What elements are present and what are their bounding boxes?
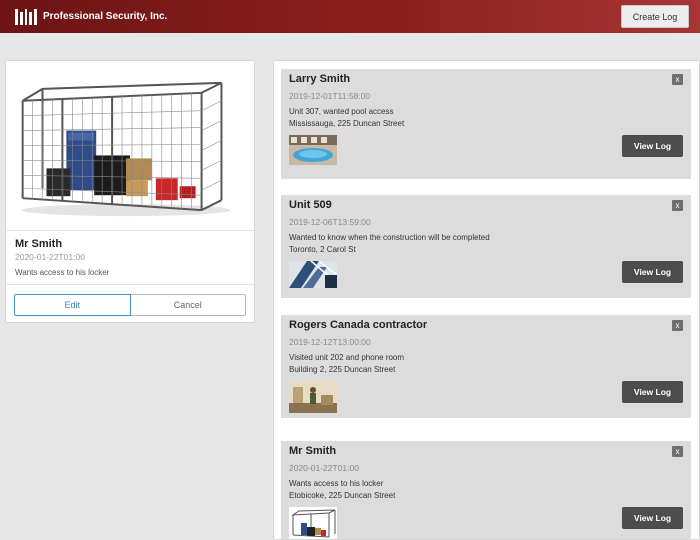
create-log-button[interactable]: Create Log [621,5,689,28]
storage-locker-cage-image [6,61,254,231]
log-title: Unit 509 [289,199,332,211]
detail-description: Wants access to his locker [15,268,110,277]
pool-photo [289,135,337,165]
divider [6,284,254,285]
detail-name: Mr Smith [15,238,63,250]
log-description: Unit 307, wanted pool access [289,107,394,116]
top-nav-bar: Professional Security, Inc. Create Log [0,0,700,33]
log-description: Wanted to know when the construction wil… [289,233,490,242]
log-location: Mississauga, 225 Duncan Street [289,119,405,128]
log-card: Larry Smith x 2019-12-01T11:58:00 Unit 3… [281,69,691,179]
log-card: Rogers Canada contractor x 2019-12-12T13… [281,315,691,418]
view-log-button[interactable]: View Log [622,261,683,283]
log-detail-card: Mr Smith 2020-01-22T01:00 Wants access t… [5,60,255,323]
log-description: Wants access to his locker [289,479,384,488]
log-location: Etobicoke, 225 Duncan Street [289,491,396,500]
brand-name: Professional Security, Inc. [43,11,168,22]
log-location: Toronto, 2 Carol St [289,245,356,254]
close-icon[interactable]: x [672,320,683,331]
contractor-photo [289,381,337,413]
log-date: 2019-12-01T11:58:00 [289,91,371,101]
view-log-button[interactable]: View Log [622,381,683,403]
log-card: Unit 509 x 2019-12-06T13:59:00 Wanted to… [281,195,691,298]
locker-photo [289,507,337,539]
view-log-button[interactable]: View Log [622,135,683,157]
pillars-logo-icon [15,8,37,25]
detail-date: 2020-01-22T01:00 [15,252,85,262]
construction-photo [289,261,337,288]
log-date: 2020-01-22T01:00 [289,463,359,473]
edit-button[interactable]: Edit [14,294,131,316]
cancel-button[interactable]: Cancel [130,294,246,316]
log-title: Rogers Canada contractor [289,319,428,331]
log-title: Larry Smith [289,73,351,85]
log-title: Mr Smith [289,445,337,457]
log-date: 2019-12-12T13:00:00 [289,337,371,347]
brand-logo[interactable]: Professional Security, Inc. [15,8,168,25]
close-icon[interactable]: x [672,446,683,457]
view-log-button[interactable]: View Log [622,507,683,529]
log-list[interactable]: Larry Smith x 2019-12-01T11:58:00 Unit 3… [273,60,700,540]
log-date: 2019-12-06T13:59:00 [289,217,371,227]
close-icon[interactable]: x [672,200,683,211]
log-location: Building 2, 225 Duncan Street [289,365,396,374]
log-card: Mr Smith x 2020-01-22T01:00 Wants access… [281,441,691,539]
log-description: Visited unit 202 and phone room [289,353,405,362]
detail-actions: Edit Cancel [14,294,246,316]
close-icon[interactable]: x [672,74,683,85]
